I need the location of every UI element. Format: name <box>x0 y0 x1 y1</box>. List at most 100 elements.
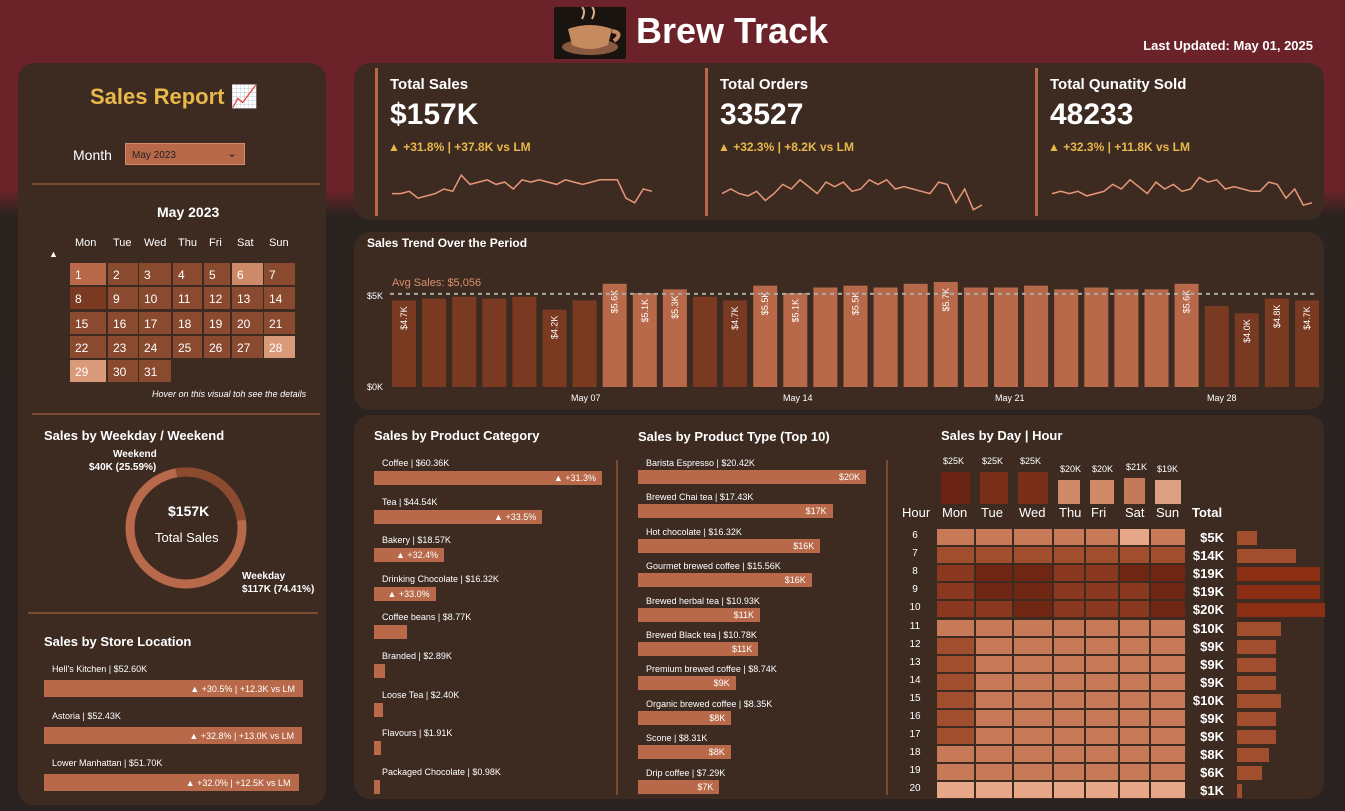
hour-total-bar[interactable] <box>1237 567 1321 582</box>
store-bar[interactable]: ▲ +32.8% | +13.0K vs LM <box>44 727 303 744</box>
trend-bar[interactable] <box>482 298 507 387</box>
hour-total-bar[interactable] <box>1237 712 1277 726</box>
heatmap-cell[interactable] <box>1013 600 1053 619</box>
heatmap-cell[interactable] <box>1119 636 1150 655</box>
heatmap-cell[interactable] <box>1119 528 1150 546</box>
heatmap-cell[interactable] <box>975 672 1013 691</box>
calendar-day[interactable]: 21 <box>263 310 296 335</box>
heatmap-cell[interactable] <box>1013 564 1053 583</box>
heatmap-cell[interactable] <box>1119 564 1150 583</box>
heatmap-cell[interactable] <box>1053 672 1085 691</box>
heatmap-cell[interactable] <box>1150 763 1186 782</box>
heatmap-cell[interactable] <box>1085 564 1119 583</box>
heatmap-cell[interactable] <box>1053 727 1085 746</box>
heatmap-cell[interactable] <box>1053 600 1085 619</box>
type-bar[interactable]: $16K <box>638 538 821 553</box>
day-total-bar[interactable] <box>1124 478 1145 504</box>
heatmap-cell[interactable] <box>975 763 1013 782</box>
heatmap-cell[interactable] <box>1085 654 1119 673</box>
calendar-day[interactable]: 7 <box>263 262 296 286</box>
hour-total-bar[interactable] <box>1237 549 1296 564</box>
heatmap-cell[interactable] <box>1053 690 1085 709</box>
calendar-day[interactable]: 3 <box>138 262 172 286</box>
heatmap-cell[interactable] <box>936 528 975 546</box>
heatmap-cell[interactable] <box>1085 600 1119 619</box>
type-bar[interactable]: $17K <box>638 504 833 519</box>
category-bar[interactable]: ▲ +33.0% <box>374 586 436 601</box>
heatmap-cell[interactable] <box>936 636 975 655</box>
calendar-day[interactable]: 8 <box>69 286 107 311</box>
heatmap-cell[interactable] <box>1013 709 1053 727</box>
calendar-day[interactable]: 13 <box>231 286 264 311</box>
heatmap-cell[interactable] <box>1013 636 1053 655</box>
sales-trend-chart[interactable]: $4.7K $4.2K$5.6K $5.1K $5.3K $4.7K$5.5K $5.1K… <box>390 270 1326 410</box>
calendar-day[interactable]: 16 <box>107 310 139 335</box>
heatmap-cell[interactable] <box>936 654 975 673</box>
trend-bar[interactable] <box>813 287 838 387</box>
calendar-day[interactable]: 18 <box>172 310 203 335</box>
heatmap-cell[interactable] <box>1053 528 1085 546</box>
month-dropdown[interactable]: May 2023 ⌄ <box>125 143 245 165</box>
heatmap-cell[interactable] <box>1150 745 1186 764</box>
category-bar[interactable] <box>374 702 384 717</box>
heatmap-cell[interactable] <box>1150 690 1186 709</box>
calendar-day[interactable]: 10 <box>138 286 172 311</box>
heatmap-cell[interactable] <box>975 781 1013 800</box>
heatmap-cell[interactable] <box>1013 582 1053 601</box>
heatmap-cell[interactable] <box>1150 528 1186 546</box>
hour-total-bar[interactable] <box>1237 603 1326 618</box>
kpi-card[interactable]: Total Orders 33527 ▲ +32.3% | +8.2K vs LM <box>705 68 1025 216</box>
calendar-day[interactable]: 4 <box>172 262 203 286</box>
heatmap-cell[interactable] <box>1150 781 1186 800</box>
heatmap-cell[interactable] <box>975 618 1013 637</box>
heatmap-cell[interactable] <box>1013 672 1053 691</box>
calendar-day[interactable]: 31 <box>138 359 172 384</box>
calendar-day[interactable]: 6 <box>231 262 264 286</box>
heatmap-cell[interactable] <box>1013 546 1053 565</box>
heatmap-cell[interactable] <box>1119 582 1150 601</box>
day-total-bar[interactable] <box>1018 472 1048 504</box>
heatmap-cell[interactable] <box>1053 763 1085 782</box>
heatmap-cell[interactable] <box>1150 582 1186 601</box>
heatmap-cell[interactable] <box>1150 654 1186 673</box>
heatmap-cell[interactable] <box>1085 618 1119 637</box>
heatmap-cell[interactable] <box>975 654 1013 673</box>
hour-total-bar[interactable] <box>1237 675 1277 690</box>
trend-bar[interactable] <box>963 287 988 387</box>
trend-bar[interactable] <box>512 296 537 387</box>
heatmap-cell[interactable] <box>1119 690 1150 709</box>
heatmap-cell[interactable] <box>1085 546 1119 565</box>
type-bar[interactable]: $7K <box>638 779 720 794</box>
heatmap-cell[interactable] <box>975 690 1013 709</box>
calendar-day[interactable]: 24 <box>138 334 172 359</box>
trend-bar[interactable] <box>452 296 477 387</box>
heatmap-cell[interactable] <box>1053 546 1085 565</box>
calendar-day[interactable]: 25 <box>172 334 203 359</box>
heatmap-cell[interactable] <box>1013 727 1053 746</box>
category-bar[interactable] <box>374 779 380 794</box>
type-bar[interactable]: $11K <box>638 607 761 622</box>
heatmap-cell[interactable] <box>1119 600 1150 619</box>
category-bar[interactable] <box>374 664 385 678</box>
heatmap-cell[interactable] <box>1119 763 1150 782</box>
heatmap-cell[interactable] <box>1085 727 1119 746</box>
heatmap-cell[interactable] <box>1119 709 1150 727</box>
heatmap-cell[interactable] <box>975 564 1013 583</box>
heatmap-cell[interactable] <box>1150 636 1186 655</box>
heatmap-cell[interactable] <box>936 781 975 800</box>
calendar-day[interactable]: 2 <box>107 262 139 286</box>
calendar-day[interactable]: 14 <box>263 286 296 311</box>
heatmap-cell[interactable] <box>1150 727 1186 746</box>
heatmap-cell[interactable] <box>975 528 1013 546</box>
heatmap-cell[interactable] <box>936 745 975 764</box>
heatmap-cell[interactable] <box>1150 600 1186 619</box>
heatmap-cell[interactable] <box>936 672 975 691</box>
heatmap-cell[interactable] <box>1053 781 1085 800</box>
heatmap-cell[interactable] <box>975 636 1013 655</box>
heatmap-cell[interactable] <box>1013 763 1053 782</box>
heatmap-cell[interactable] <box>1085 528 1119 546</box>
type-bar[interactable]: $20K <box>638 470 866 484</box>
category-bar[interactable] <box>374 625 408 640</box>
heatmap-cell[interactable] <box>936 727 975 746</box>
calendar-day[interactable]: 28 <box>263 334 296 359</box>
